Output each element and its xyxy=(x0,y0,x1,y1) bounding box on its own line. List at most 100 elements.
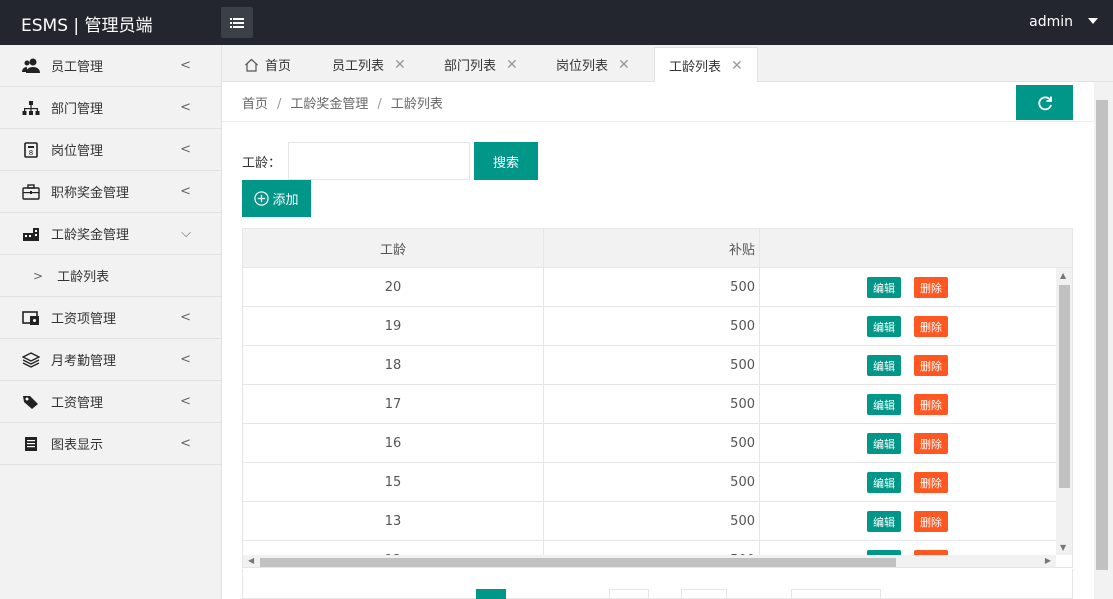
sidebar-item-employees[interactable]: 员工管理 < xyxy=(0,45,221,87)
search-button[interactable]: 搜索 xyxy=(474,142,538,180)
refresh-button[interactable] xyxy=(1016,85,1073,120)
sidebar-subitem-seniority-list[interactable]: > 工龄列表 xyxy=(0,255,221,297)
sidebar-item-charts[interactable]: 图表显示 < xyxy=(0,423,221,465)
pagination-goto-input[interactable] xyxy=(609,589,649,599)
delete-button[interactable]: 删除 xyxy=(914,277,948,298)
delete-button[interactable]: 删除 xyxy=(914,316,948,337)
cell-years: 13 xyxy=(243,502,544,540)
caret-down-icon[interactable] xyxy=(1088,18,1098,24)
close-icon[interactable]: ✕ xyxy=(394,57,406,73)
edit-button[interactable]: 编辑 xyxy=(867,511,901,532)
table-row: 15 500 编辑 删除 xyxy=(243,463,1056,502)
add-circle-icon xyxy=(254,191,270,206)
table-row: 16 500 编辑 删除 xyxy=(243,424,1056,463)
sidebar-item-salary[interactable]: 工资管理 < xyxy=(0,381,221,423)
table-horizontal-scroll-thumb[interactable] xyxy=(260,558,896,567)
tab-label: 部门列表 xyxy=(444,59,497,74)
menu-toggle-button[interactable] xyxy=(221,7,253,38)
table-horizontal-scrollbar[interactable]: ◀ ▶ xyxy=(243,555,1056,567)
cell-subsidy: 500 xyxy=(544,463,760,501)
sidebar-item-label: 工资管理 xyxy=(51,396,104,411)
breadcrumb-separator: / xyxy=(277,97,282,112)
sidebar-item-positions[interactable]: 8 岗位管理 < xyxy=(0,129,221,171)
edit-button[interactable]: 编辑 xyxy=(867,472,901,493)
delete-button[interactable]: 删除 xyxy=(914,355,948,376)
sidebar-subitem-label: 工龄列表 xyxy=(57,270,110,285)
delete-button[interactable]: 删除 xyxy=(914,511,948,532)
chevron-right-icon: > xyxy=(33,268,44,283)
briefcase-icon xyxy=(22,183,40,201)
breadcrumb-divider xyxy=(222,121,1094,122)
sidebar-item-label: 月考勤管理 xyxy=(51,354,117,369)
user-group-icon xyxy=(22,57,40,75)
tab-position-list[interactable]: 岗位列表 ✕ xyxy=(556,47,630,82)
edit-button[interactable]: 编辑 xyxy=(867,316,901,337)
user-menu[interactable]: admin xyxy=(1029,14,1073,30)
tab-department-list[interactable]: 部门列表 ✕ xyxy=(444,47,518,82)
table-vertical-scroll-thumb[interactable] xyxy=(1059,285,1070,488)
add-button-label: 添加 xyxy=(272,193,299,208)
scroll-down-icon[interactable]: ▼ xyxy=(1060,543,1066,552)
chevron-left-icon: < xyxy=(180,436,191,451)
sidebar-item-label: 工资项管理 xyxy=(51,312,117,327)
cell-subsidy: 500 xyxy=(544,502,760,540)
breadcrumb-item-current: 工龄列表 xyxy=(390,97,443,112)
chevron-left-icon: < xyxy=(180,394,191,409)
scroll-up-icon[interactable]: ▲ xyxy=(1060,271,1066,280)
tab-home[interactable]: 首页 xyxy=(244,47,291,82)
cell-years: 12 xyxy=(243,541,544,555)
edit-button[interactable]: 编辑 xyxy=(867,394,901,415)
close-icon[interactable]: ✕ xyxy=(731,58,743,74)
breadcrumb-item[interactable]: 工龄奖金管理 xyxy=(290,97,368,112)
sidebar-item-label: 工龄奖金管理 xyxy=(51,228,130,243)
edit-button[interactable]: 编辑 xyxy=(867,277,901,298)
sidebar-item-salary-items[interactable]: 工资项管理 < xyxy=(0,297,221,339)
page-scrollbar[interactable] xyxy=(1094,82,1113,599)
app-brand[interactable]: ESMS | 管理员端 xyxy=(21,11,153,36)
table-vertical-scrollbar[interactable]: ▲ ▼ xyxy=(1056,268,1072,555)
cell-actions: 编辑 删除 xyxy=(760,541,1056,555)
breadcrumb-item[interactable]: 首页 xyxy=(242,97,268,112)
chevron-down-icon: ⌵ xyxy=(181,226,191,241)
pagination xyxy=(242,569,1073,599)
column-header-years[interactable]: 工龄 xyxy=(243,229,544,268)
seniority-search-input[interactable] xyxy=(288,142,470,180)
sidebar-item-label: 员工管理 xyxy=(51,60,104,75)
chevron-left-icon: < xyxy=(180,100,191,115)
cell-subsidy: 500 xyxy=(544,268,760,306)
close-icon[interactable]: ✕ xyxy=(618,57,630,73)
tab-employee-list[interactable]: 员工列表 ✕ xyxy=(332,47,406,82)
table-row: 17 500 编辑 删除 xyxy=(243,385,1056,424)
pagination-current-page[interactable] xyxy=(476,589,506,599)
sidebar-item-seniority-bonus[interactable]: 工龄奖金管理 ⌵ xyxy=(0,213,221,255)
delete-button[interactable]: 删除 xyxy=(914,394,948,415)
sidebar-item-departments[interactable]: 部门管理 < xyxy=(0,87,221,129)
cell-years: 18 xyxy=(243,346,544,384)
page-scrollbar-thumb[interactable] xyxy=(1096,100,1108,570)
edit-button[interactable]: 编辑 xyxy=(867,433,901,454)
add-button[interactable]: 添加 xyxy=(242,180,311,217)
tab-seniority-list[interactable]: 工龄列表 ✕ xyxy=(654,47,758,83)
report-icon xyxy=(22,435,40,453)
id-card-icon: 8 xyxy=(22,141,40,159)
chevron-left-icon: < xyxy=(180,184,191,199)
sidebar-item-attendance[interactable]: 月考勤管理 < xyxy=(0,339,221,381)
close-icon[interactable]: ✕ xyxy=(506,57,518,73)
table-row: 12 500 编辑 删除 xyxy=(243,541,1056,555)
home-icon xyxy=(245,58,258,72)
layers-icon xyxy=(22,351,40,369)
pagination-goto-button[interactable] xyxy=(681,589,727,599)
tab-bar: 首页 员工列表 ✕ 部门列表 ✕ 岗位列表 ✕ 工龄列表 ✕ xyxy=(222,45,1113,83)
main-content: 首页 / 工龄奖金管理 / 工龄列表 工龄： 搜索 添加 工龄 补贴 20 500 编辑… xyxy=(222,82,1094,599)
wallet-icon xyxy=(22,309,40,327)
delete-button[interactable]: 删除 xyxy=(914,433,948,454)
sidebar-item-title-bonus[interactable]: 职称奖金管理 < xyxy=(0,171,221,213)
cell-subsidy: 500 xyxy=(544,385,760,423)
delete-button[interactable]: 删除 xyxy=(914,472,948,493)
scroll-left-icon[interactable]: ◀ xyxy=(248,556,254,565)
edit-button[interactable]: 编辑 xyxy=(867,355,901,376)
tab-label: 首页 xyxy=(265,59,292,74)
pagination-page-size-select[interactable] xyxy=(791,589,881,599)
column-header-subsidy[interactable]: 补贴 xyxy=(544,229,760,268)
scroll-right-icon[interactable]: ▶ xyxy=(1045,556,1051,565)
